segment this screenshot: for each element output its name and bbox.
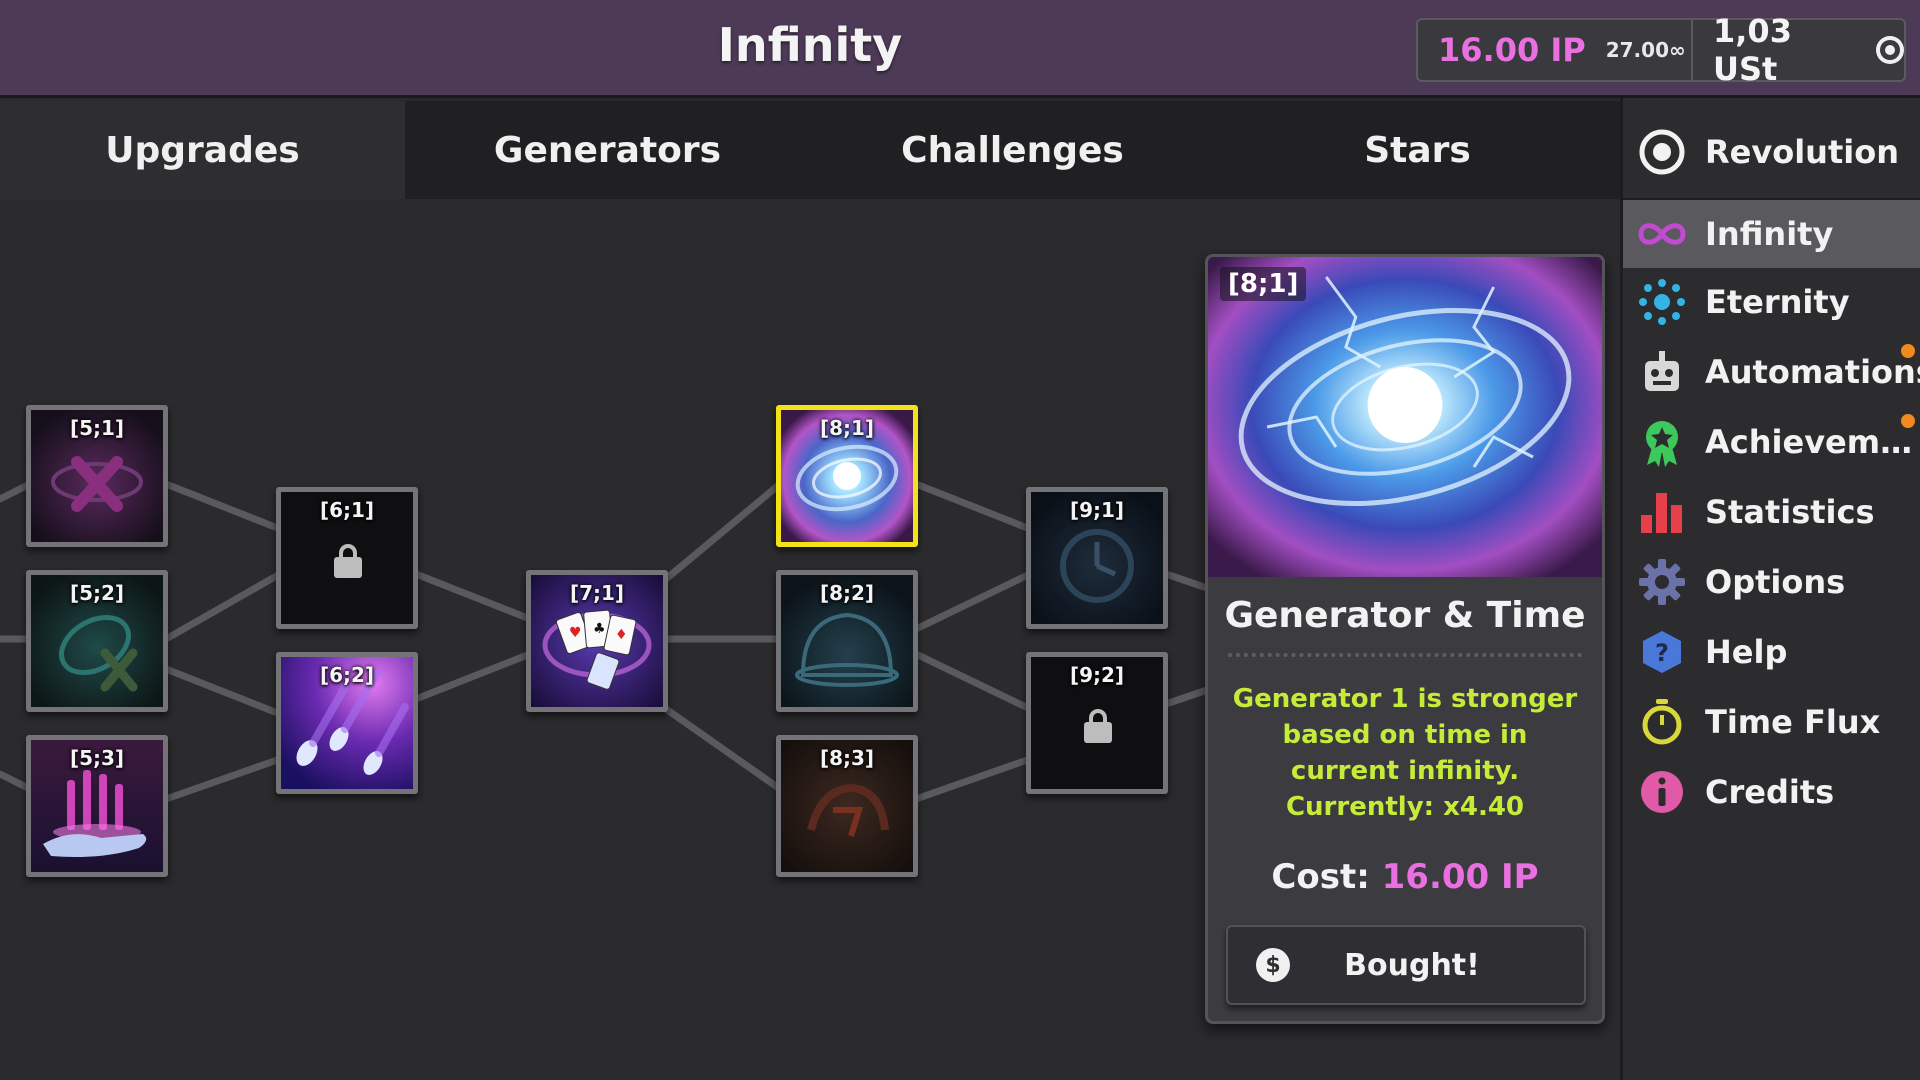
sidebar-item-label: Revolution — [1705, 133, 1899, 171]
sidebar-item-label: Options — [1705, 563, 1846, 601]
upgrade-label: [9;2] — [1069, 663, 1125, 687]
buy-button-label: Bought! — [1344, 947, 1480, 983]
robot-icon — [1637, 347, 1687, 397]
tab-stars[interactable]: Stars — [1215, 101, 1620, 199]
dollar-coin-icon: $ — [1256, 948, 1290, 982]
sidebar-item-label: Achievem… — [1705, 423, 1913, 461]
eternity-icon — [1637, 277, 1687, 327]
upgrade-label: [7;1] — [569, 581, 625, 605]
svg-text:♦: ♦ — [615, 627, 628, 643]
upgrade-label: [5;2] — [69, 581, 125, 605]
upgrade-label: [6;2] — [319, 663, 375, 687]
ip-amount: 16.00 IP — [1438, 31, 1586, 69]
tab-challenges[interactable]: Challenges — [810, 101, 1215, 199]
upgrade-node-8-2[interactable]: [8;2] — [776, 570, 918, 712]
tab-generators[interactable]: Generators — [405, 101, 810, 199]
sidebar-item-label: Statistics — [1705, 493, 1875, 531]
infinity-icon — [1637, 209, 1687, 259]
svg-text:♣: ♣ — [593, 621, 606, 637]
revolution-icon — [1637, 127, 1687, 177]
upgrade-node-5-1[interactable]: [5;1] — [26, 405, 168, 547]
cost-label: Cost: — [1271, 857, 1370, 897]
tab-upgrades[interactable]: Upgrades — [0, 101, 405, 199]
sidebar-item-time-flux[interactable]: Time Flux — [1623, 688, 1920, 756]
gear-icon — [1637, 557, 1687, 607]
upgrade-description: Generator 1 is stronger based on time in… — [1232, 684, 1578, 822]
ust-icon — [1876, 36, 1904, 64]
ust-amount: 1,03 USt — [1713, 12, 1792, 88]
cost-value: 16.00 IP — [1381, 857, 1539, 897]
ust-counter: 1,03 USt — [1693, 12, 1904, 88]
sidebar-item-label: Eternity — [1705, 283, 1850, 321]
svg-text:?: ? — [1655, 639, 1669, 667]
upgrade-node-6-2[interactable]: [6;2] — [276, 652, 418, 794]
upgrade-cost: Cost: 16.00 IP — [1208, 857, 1602, 897]
notification-dot — [1901, 344, 1915, 358]
sidebar-item-automations[interactable]: Automations — [1623, 338, 1920, 406]
help-icon: ? — [1637, 627, 1687, 677]
infinities-count: 27.00∞ — [1605, 38, 1686, 62]
sidebar-item-credits[interactable]: Credits — [1623, 758, 1920, 826]
sidebar-item-revolution[interactable]: Revolution — [1623, 118, 1920, 186]
sidebar-item-eternity[interactable]: Eternity — [1623, 268, 1920, 336]
top-bar: Infinity 16.00 IP 27.00∞ 1,03 USt — [0, 0, 1920, 98]
currency-display: 16.00 IP 27.00∞ 1,03 USt — [1416, 12, 1906, 88]
svg-text:♥: ♥ — [569, 625, 582, 641]
upgrade-node-8-3[interactable]: [8;3] — [776, 735, 918, 877]
upgrade-label: [8;1] — [819, 416, 875, 440]
upgrade-node-9-1[interactable]: [9;1] — [1026, 487, 1168, 629]
upgrade-node-8-1[interactable]: [8;1] — [776, 405, 918, 547]
bar-chart-icon — [1637, 487, 1687, 537]
sidebar-item-infinity[interactable]: Infinity — [1623, 200, 1920, 268]
upgrade-label: [5;3] — [69, 746, 125, 770]
ribbon-icon — [1637, 417, 1687, 467]
upgrade-label: [8;3] — [819, 746, 875, 770]
upgrade-node-7-1[interactable]: ♥ ♣ ♦ [7;1] — [526, 570, 668, 712]
upgrade-node-5-3[interactable]: [5;3] — [26, 735, 168, 877]
sidebar-item-label: Automations — [1705, 353, 1920, 391]
sidebar-item-options[interactable]: Options — [1623, 548, 1920, 616]
upgrade-detail-panel: [8;1] Generator & Time Generator 1 is st… — [1205, 254, 1605, 1024]
upgrade-label: [6;1] — [319, 498, 375, 522]
notification-dot — [1901, 414, 1915, 428]
sidebar-item-label: Credits — [1705, 773, 1835, 811]
sidebar-item-help[interactable]: ? Help — [1623, 618, 1920, 686]
upgrade-node-6-1[interactable]: [6;1] — [276, 487, 418, 629]
buy-button[interactable]: $ Bought! — [1226, 925, 1586, 1005]
sidebar: Revolution Infinity Eternity Automations… — [1620, 98, 1920, 1080]
upgrade-label: [8;2] — [819, 581, 875, 605]
page-title: Infinity — [717, 18, 903, 72]
sidebar-item-label: Infinity — [1705, 215, 1834, 253]
upgrade-label: [9;1] — [1069, 498, 1125, 522]
upgrade-name: Generator & Time — [1224, 595, 1586, 636]
divider — [1228, 653, 1582, 657]
info-icon — [1637, 767, 1687, 817]
sidebar-item-label: Help — [1705, 633, 1788, 671]
lock-icon — [334, 544, 362, 578]
sidebar-item-statistics[interactable]: Statistics — [1623, 478, 1920, 546]
tab-bar: Upgrades Generators Challenges Stars — [0, 101, 1620, 199]
upgrade-label: [5;1] — [69, 416, 125, 440]
lock-icon — [1084, 709, 1112, 743]
ip-counter: 16.00 IP 27.00∞ — [1418, 20, 1693, 80]
stopwatch-icon — [1637, 697, 1687, 747]
upgrade-node-9-2[interactable]: [9;2] — [1026, 652, 1168, 794]
sidebar-item-achievements[interactable]: Achievem… — [1623, 408, 1920, 476]
sidebar-item-label: Time Flux — [1705, 703, 1881, 741]
upgrade-node-5-2[interactable]: [5;2] — [26, 570, 168, 712]
galaxy-icon — [1208, 257, 1602, 577]
detail-id-label: [8;1] — [1220, 267, 1307, 301]
